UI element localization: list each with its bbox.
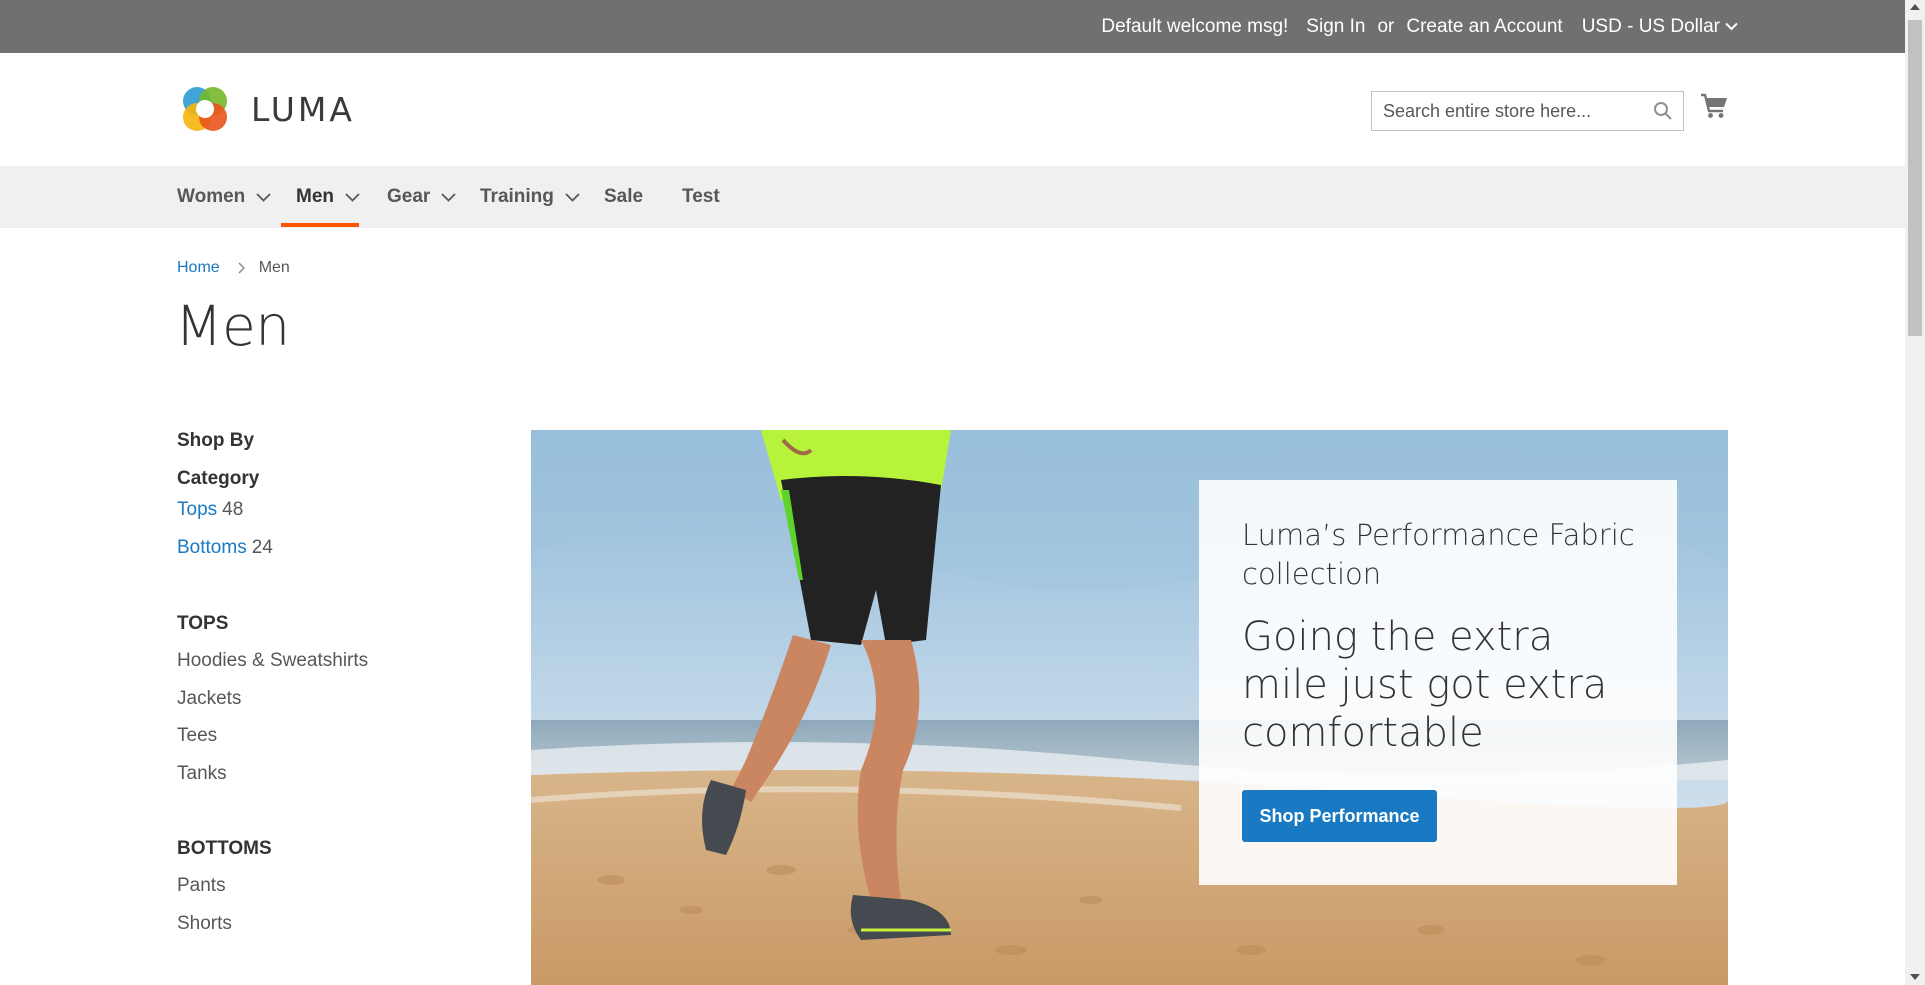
hero-banner[interactable]: Luma’s Performance Fabric collection Goi… — [531, 430, 1728, 985]
filter-item-tops[interactable]: Tops 48 — [177, 499, 243, 521]
bottoms-group-title: BOTTOMS — [177, 838, 272, 859]
chevron-down-icon — [1725, 22, 1738, 31]
chevron-right-icon — [238, 262, 245, 274]
logo-text: LUMA — [251, 89, 355, 129]
filter-item-bottoms[interactable]: Bottoms 24 — [177, 537, 273, 559]
shop-performance-button[interactable]: Shop Performance — [1242, 790, 1437, 842]
nav-item-label: Training — [480, 186, 554, 207]
breadcrumb: Home Men — [177, 259, 290, 277]
nav-item-label: Sale — [604, 186, 644, 207]
page-scrollbar[interactable] — [1905, 0, 1925, 985]
cart-icon[interactable] — [1700, 93, 1728, 119]
currency-switcher[interactable]: USD - US Dollar — [1582, 16, 1738, 38]
nav-item-label: Men — [296, 186, 334, 207]
category-link-shorts[interactable]: Shorts — [177, 913, 232, 935]
category-filter-title[interactable]: Category — [177, 468, 259, 490]
or-separator: or — [1377, 15, 1395, 37]
create-account-link[interactable]: Create an Account — [1406, 16, 1562, 38]
nav-item-test[interactable]: Test — [682, 166, 720, 228]
search-input[interactable] — [1372, 92, 1683, 130]
nav-item-label: Test — [682, 186, 720, 207]
chevron-down-icon — [441, 192, 456, 202]
nav-item-label: Women — [177, 186, 246, 207]
category-link-hoodies[interactable]: Hoodies & Sweatshirts — [177, 650, 368, 672]
main-navigation: Women Men Gear Training Sale Test — [0, 166, 1905, 228]
welcome-message: Default welcome msg! — [1101, 15, 1289, 37]
hero-subtitle: Luma’s Performance Fabric collection — [1242, 518, 1635, 591]
nav-item-label: Gear — [387, 186, 431, 207]
site-header: LUMA — [0, 53, 1905, 166]
panel-header: Default welcome msg! Sign In or Create a… — [0, 0, 1905, 53]
nav-item-gear[interactable]: Gear — [387, 166, 456, 228]
hero-promo-card: Luma’s Performance Fabric collection Goi… — [1199, 480, 1677, 885]
filter-item-count: 48 — [222, 499, 244, 520]
luma-logo-icon — [183, 87, 227, 131]
currency-label: USD - US Dollar — [1581, 15, 1720, 37]
chevron-down-icon — [345, 192, 360, 202]
category-link-tanks[interactable]: Tanks — [177, 763, 227, 785]
logo[interactable]: LUMA — [177, 81, 355, 137]
hero-headline: Going the extra mile just got extra comf… — [1242, 614, 1608, 756]
shop-by-title: Shop By — [177, 430, 255, 451]
category-link-tees[interactable]: Tees — [177, 725, 217, 747]
nav-item-women[interactable]: Women — [177, 166, 271, 228]
breadcrumb-current: Men — [258, 259, 290, 276]
tops-group-title: TOPS — [177, 613, 229, 634]
chevron-down-icon — [565, 192, 580, 202]
breadcrumb-home-link[interactable]: Home — [177, 259, 220, 277]
panel-links: Default welcome msg! Sign In or Create a… — [1101, 0, 1738, 53]
search-icon[interactable] — [1653, 101, 1673, 121]
page-title: Men — [175, 294, 290, 358]
category-link-jackets[interactable]: Jackets — [177, 688, 241, 710]
nav-item-men[interactable]: Men — [296, 166, 360, 228]
search-box[interactable] — [1371, 91, 1684, 131]
filter-item-count: 24 — [251, 537, 273, 558]
filter-item-label: Bottoms — [177, 537, 247, 558]
category-link-pants[interactable]: Pants — [177, 875, 226, 897]
scroll-down-arrow-icon[interactable] — [1910, 973, 1920, 981]
filter-item-label: Tops — [177, 499, 218, 520]
sign-in-link[interactable]: Sign In — [1306, 16, 1365, 38]
nav-item-training[interactable]: Training — [480, 166, 580, 228]
nav-item-sale[interactable]: Sale — [604, 166, 643, 228]
scrollbar-thumb[interactable] — [1908, 20, 1922, 336]
chevron-down-icon — [256, 192, 271, 202]
scroll-up-arrow-icon[interactable] — [1910, 3, 1920, 11]
nav-active-indicator — [281, 223, 359, 227]
